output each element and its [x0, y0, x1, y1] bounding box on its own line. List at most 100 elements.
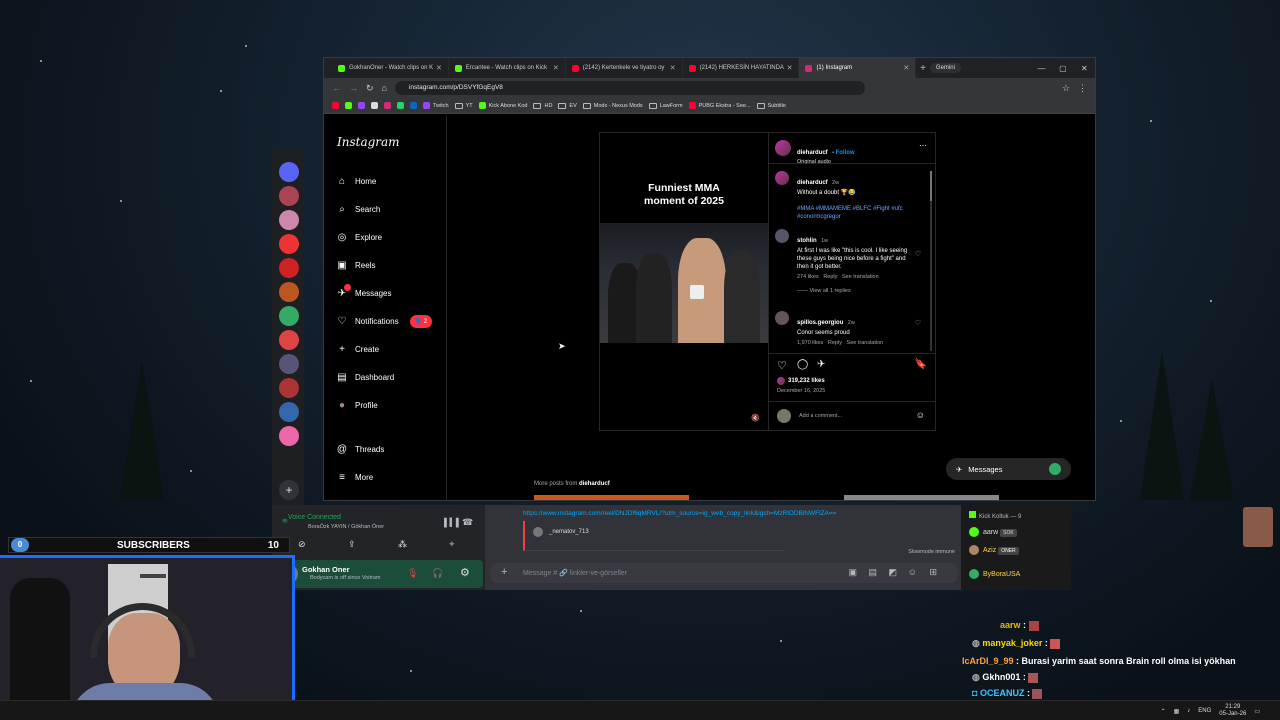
- browser-tab[interactable]: GokhanOner - Watch clips on K ✕: [332, 58, 449, 78]
- bookmark-icon[interactable]: [410, 102, 417, 109]
- server-icon[interactable]: [279, 234, 299, 254]
- sticker-icon[interactable]: ◩: [888, 567, 897, 578]
- server-icon[interactable]: [279, 330, 299, 350]
- minimize-icon[interactable]: —: [1031, 64, 1052, 73]
- bookmark-kick-abone[interactable]: Kick Abone Kod: [478, 102, 527, 109]
- like-count[interactable]: 319,232 likes: [788, 378, 825, 384]
- bookmark-yt[interactable]: YT: [454, 102, 473, 109]
- browser-tab[interactable]: (2142) Kertenkele ve tiyatro oy ✕: [566, 58, 683, 78]
- bookmark-icon[interactable]: [384, 102, 391, 109]
- user-display-name[interactable]: Gokhan Oner: [302, 565, 350, 574]
- reply-button[interactable]: Reply: [823, 274, 837, 280]
- close-window-icon[interactable]: ✕: [1074, 64, 1095, 73]
- server-icon[interactable]: [279, 162, 299, 182]
- browser-tab-active[interactable]: (1) Instagram ✕: [799, 58, 917, 78]
- bookmark-icon[interactable]: [397, 102, 404, 109]
- close-tab-icon[interactable]: ✕: [670, 64, 676, 72]
- close-tab-icon[interactable]: ✕: [787, 64, 793, 72]
- maximize-icon[interactable]: ▢: [1052, 64, 1073, 73]
- translation-link[interactable]: See translation: [842, 274, 879, 280]
- view-replies-link[interactable]: —— View all 1 replies: [797, 288, 915, 294]
- nav-home[interactable]: ⌂ Home: [336, 175, 376, 187]
- network-icon[interactable]: ▦: [1174, 708, 1180, 715]
- mute-icon[interactable]: 🔇: [751, 414, 760, 422]
- mute-mic-icon[interactable]: 🎙: [407, 568, 418, 579]
- author-avatar[interactable]: [775, 140, 791, 156]
- options-icon[interactable]: ⋯: [919, 141, 927, 150]
- back-icon[interactable]: ←: [332, 83, 341, 93]
- nav-search[interactable]: ⌕ Search: [336, 203, 380, 215]
- translation-link[interactable]: See translation: [847, 340, 884, 346]
- settings-gear-icon[interactable]: ⚙: [460, 566, 470, 579]
- comment-icon[interactable]: ◯: [797, 359, 808, 370]
- apps-icon[interactable]: ⊞: [929, 567, 937, 578]
- star-icon[interactable]: ☆: [1062, 83, 1070, 94]
- instagram-logo[interactable]: Instagram: [337, 135, 400, 149]
- message-input[interactable]: + Message # 🔗 linkler-ve-görseller ▣ ▤ ◩…: [491, 563, 957, 583]
- soundboard-icon[interactable]: ✦: [448, 539, 456, 550]
- shared-link[interactable]: https://www.instagram.com/reel/DNJDf6qMR…: [523, 510, 836, 517]
- bookmark-hd[interactable]: HD: [533, 102, 552, 109]
- comments-scrollbar[interactable]: [930, 171, 932, 351]
- bookmark-ev[interactable]: EV: [558, 102, 577, 109]
- server-icon[interactable]: [279, 210, 299, 230]
- nav-notifications[interactable]: ♡ Notifications 👤 2: [336, 315, 433, 328]
- nav-dashboard[interactable]: ▤ Dashboard: [336, 371, 394, 383]
- share-icon[interactable]: ✈: [817, 359, 825, 370]
- more-posts-thumbnail[interactable]: [534, 495, 689, 500]
- language-indicator[interactable]: ENG: [1198, 708, 1211, 714]
- nav-messages[interactable]: ✈ Messages: [336, 284, 391, 299]
- hashtags[interactable]: #MMA #MMAMEME #BLFC #Fight #ufc #conormc…: [797, 205, 927, 221]
- more-posts-thumbnail[interactable]: [844, 495, 999, 500]
- save-icon[interactable]: 🔖: [915, 359, 927, 370]
- nav-more[interactable]: ≡ More: [336, 471, 373, 483]
- bookmark-icon[interactable]: [358, 102, 365, 109]
- bookmark-nexus[interactable]: Mods - Nexus Mods: [582, 102, 643, 109]
- member-row[interactable]: Aziz ONER: [969, 545, 1019, 555]
- nav-reels[interactable]: ▣ Reels: [336, 259, 375, 271]
- chevron-up-icon[interactable]: ⌃: [1161, 708, 1166, 715]
- audio-label[interactable]: Original audio: [797, 159, 855, 165]
- bookmark-subtitle[interactable]: Subtitle: [756, 102, 786, 109]
- bookmark-icon[interactable]: [371, 102, 378, 109]
- close-tab-icon[interactable]: ✕: [553, 64, 559, 72]
- member-row[interactable]: aarw SOK: [969, 527, 1017, 537]
- reload-icon[interactable]: ↻: [366, 83, 374, 94]
- commenter-avatar[interactable]: [775, 229, 789, 243]
- extensions-icon[interactable]: ⋮: [1078, 83, 1087, 94]
- commenter-avatar[interactable]: [775, 311, 789, 325]
- server-icon[interactable]: [279, 306, 299, 326]
- messages-pill[interactable]: ✈ Messages: [946, 458, 1071, 480]
- voice-waveform-icon[interactable]: ▌▍▌: [444, 518, 462, 527]
- server-icon[interactable]: [279, 378, 299, 398]
- comment-like-icon[interactable]: ♡: [915, 250, 921, 258]
- browser-tab[interactable]: Ercantee - Watch clips on Kick ✕: [449, 58, 566, 78]
- reply-button[interactable]: Reply: [828, 340, 842, 346]
- server-icon[interactable]: [279, 426, 299, 446]
- nav-profile[interactable]: ● Profile: [336, 399, 378, 411]
- add-server-icon[interactable]: +: [279, 480, 299, 500]
- close-tab-icon[interactable]: ✕: [436, 64, 442, 72]
- emoji-icon[interactable]: ☺: [916, 410, 925, 420]
- deafen-icon[interactable]: 🎧: [432, 568, 443, 579]
- forward-icon[interactable]: →: [349, 83, 358, 93]
- volume-icon[interactable]: ♪: [1187, 708, 1190, 714]
- server-icon[interactable]: [279, 258, 299, 278]
- author-avatar[interactable]: [775, 171, 789, 185]
- browser-tab[interactable]: (2142) HERKESİN HAYATINDA ✕: [683, 58, 800, 78]
- disconnect-icon[interactable]: ☎: [462, 517, 473, 528]
- bookmark-icon[interactable]: [345, 102, 352, 109]
- server-icon[interactable]: [279, 402, 299, 422]
- bookmark-lawform[interactable]: LawForm: [648, 102, 683, 109]
- bookmark-twitch[interactable]: Twitch: [423, 102, 449, 109]
- activities-icon[interactable]: ⁂: [398, 539, 407, 550]
- voice-channel-label[interactable]: BoraÖzk YAYIN / Gökhan Öner: [308, 524, 384, 530]
- like-icon[interactable]: ♡: [777, 359, 787, 372]
- home-icon[interactable]: ⌂: [382, 83, 387, 93]
- reel-video[interactable]: Funniest MMA moment of 2025 🔇: [600, 133, 768, 430]
- nav-explore[interactable]: ◎ Explore: [336, 231, 383, 243]
- add-comment-input[interactable]: Add a comment...: [799, 413, 909, 419]
- clock[interactable]: 21:29 05-Jan-26: [1219, 704, 1246, 718]
- gif-icon[interactable]: ▤: [868, 567, 877, 578]
- gemini-button[interactable]: Gemini: [929, 63, 961, 73]
